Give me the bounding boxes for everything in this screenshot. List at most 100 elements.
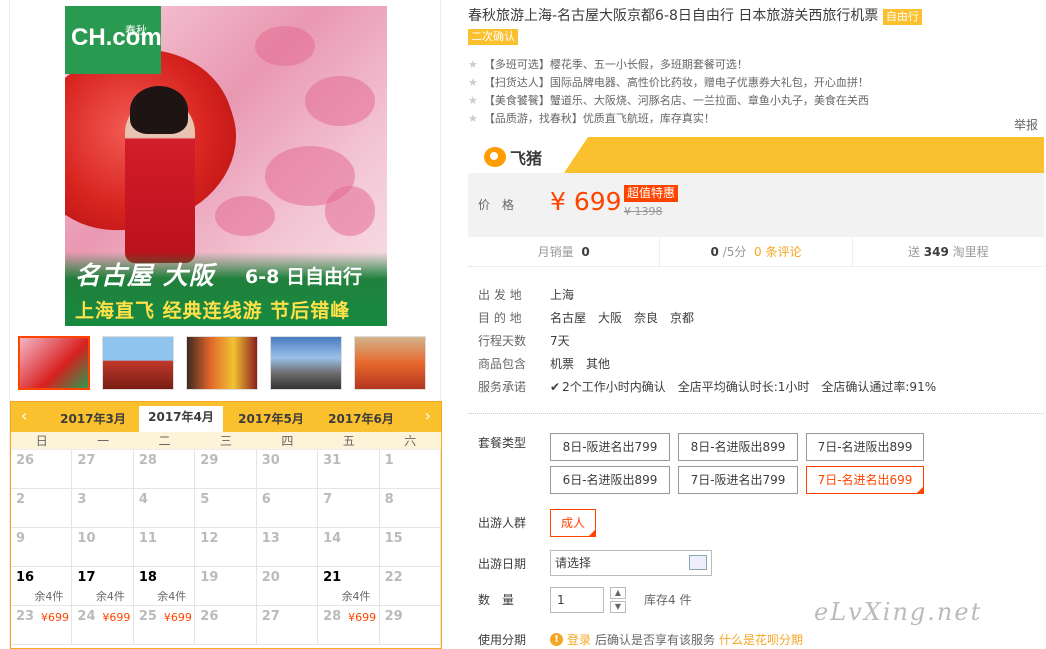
price-box: 价格 ¥ 699 超值特惠 ¥ 1398 xyxy=(468,173,1044,237)
thumbnail-4[interactable] xyxy=(270,336,342,390)
day-stock: 余4件 xyxy=(157,590,187,603)
calendar-day: 26 xyxy=(195,606,257,645)
day-stock: 余4件 xyxy=(34,590,64,603)
day-number: 5 xyxy=(200,492,210,507)
day-number: 29 xyxy=(384,609,403,624)
package-option[interactable]: 7日-名进阪出899 xyxy=(806,433,924,461)
calendar-icon[interactable] xyxy=(689,555,707,570)
calendar-day[interactable]: 18 余4件 xyxy=(133,567,196,606)
package-option[interactable]: 6日-名进阪出899 xyxy=(550,466,670,494)
day-stock: 余4件 xyxy=(95,590,125,603)
calendar-day[interactable]: 24 ¥699 xyxy=(72,606,134,645)
image-headline-days: 6-8 日自由行 xyxy=(245,266,362,288)
huabei-link[interactable]: 什么是花呗分期 xyxy=(719,631,803,648)
calendar-day[interactable]: 21 余4件 xyxy=(318,567,380,606)
travelers-label: 出游人群 xyxy=(478,516,527,530)
day-number: 26 xyxy=(16,453,35,468)
thumbnail-2[interactable] xyxy=(102,336,174,390)
fliggy-logo: 飞猪 xyxy=(484,145,542,169)
quantity-label: 数 量 xyxy=(478,593,515,607)
calendar-month-tabs: ‹ 2017年3月 2017年4月 2017年5月 2017年6月 › xyxy=(11,402,441,432)
tab-month-2[interactable]: 2017年4月 xyxy=(139,406,223,432)
thumbnail-strip xyxy=(18,336,438,392)
calendar-day: 19 xyxy=(195,567,257,606)
monthly-sales: 月销量 0 xyxy=(468,237,661,266)
day-number: 30 xyxy=(261,453,280,468)
star-icon: ★ xyxy=(468,58,478,71)
tab-month-4[interactable]: 2017年6月 xyxy=(319,408,403,432)
product-title: 春秋旅游上海-名古屋大阪京都6-8日自由行 日本旅游关西旅行机票 自由行 二次确… xyxy=(468,6,1028,46)
day-number: 3 xyxy=(77,492,87,507)
tab-month-1[interactable]: 2017年3月 xyxy=(51,408,135,432)
thumbnail-1[interactable] xyxy=(18,336,90,390)
thumbnail-3[interactable] xyxy=(186,336,258,390)
calendar-day[interactable]: 25 ¥699 xyxy=(133,606,196,645)
stock-count: 库存4 件 xyxy=(644,593,692,607)
day-number: 17 xyxy=(77,570,96,585)
login-link[interactable]: 登录 xyxy=(567,631,591,648)
traveler-option-adult[interactable]: 成人 xyxy=(550,509,596,537)
tab-month-3[interactable]: 2017年5月 xyxy=(229,408,313,432)
date-input[interactable]: 请选择 xyxy=(550,550,712,576)
day-number: 1 xyxy=(384,453,394,468)
calendar-day: 12 xyxy=(195,528,257,567)
report-link[interactable]: 举报 xyxy=(1014,116,1038,133)
day-number: 9 xyxy=(16,531,26,546)
product-info: 出 发 地上海 目 的 地 名古屋 大阪 奈良 京都 行程天数 7天 商品包含 机票 其他 … xyxy=(478,288,937,394)
points: 送 349 淘里程 xyxy=(907,245,989,259)
product-main-image[interactable]: CH.com 春秋 名古屋 大阪 6-8 日自由行 上海直飞 经典连线游 节后错… xyxy=(65,6,387,326)
calendar-day: 4 xyxy=(133,489,196,528)
feature-item: ★ 【品质游，找春秋】优质直飞航班，库存真实！ xyxy=(468,112,715,125)
day-number: 25 xyxy=(138,609,157,624)
package-option[interactable]: 8日-名进阪出899 xyxy=(678,433,798,461)
day-number: 23 xyxy=(16,609,35,624)
calendar-grid: 26 27 28 29 30 31 1 2 3 4 5 6 7 8 9 10 11 12 13 14 15 16 余4件 17… xyxy=(11,450,441,645)
calendar-day[interactable]: 16 余4件 xyxy=(11,567,73,606)
package-option[interactable]: 7日-阪进名出799 xyxy=(678,466,798,494)
calendar-day: 8 xyxy=(379,489,441,528)
day-number: 22 xyxy=(384,570,403,585)
package-option[interactable]: 8日-阪进名出799 xyxy=(550,433,670,461)
feature-item: ★ 【扫货达人】国际品牌电器、高性价比药妆，赠电子优惠券大礼包，开心血拼！ xyxy=(468,76,869,89)
reviews-link[interactable]: 0 条评论 xyxy=(754,245,801,259)
feature-item: ★ 【多班可选】樱花季、五一小长假，多班期套餐可选！ xyxy=(468,58,748,71)
calendar-day: 26 xyxy=(11,450,73,489)
quantity-input[interactable]: 1 xyxy=(550,587,604,613)
thumbnail-5[interactable] xyxy=(354,336,426,390)
calendar-day: 20 xyxy=(256,567,319,606)
day-price: ¥699 xyxy=(163,611,192,624)
ch-logo: CH.com 春秋 xyxy=(65,6,162,74)
day-number: 20 xyxy=(261,570,280,585)
quantity-down-icon[interactable]: ▼ xyxy=(610,601,626,613)
free-travel-badge: 自由行 xyxy=(882,9,922,25)
star-icon: ★ xyxy=(468,94,478,107)
day-number: 19 xyxy=(200,570,219,585)
package-option-selected[interactable]: 7日-名进名出699 xyxy=(806,466,924,494)
day-number: 16 xyxy=(16,570,35,585)
fliggy-icon xyxy=(484,147,506,167)
calendar-day: 11 xyxy=(133,528,196,567)
day-price: ¥699 xyxy=(102,611,131,624)
day-price: ¥699 xyxy=(348,611,377,624)
calendar-day[interactable]: 17 余4件 xyxy=(72,567,134,606)
calendar-day: 7 xyxy=(318,489,380,528)
quantity-up-icon[interactable]: ▲ xyxy=(610,587,626,599)
platform-banner: 飞猪 xyxy=(468,137,1044,173)
sales-stats: 月销量 0 0 /5分 0 条评论 送 349 淘里程 xyxy=(468,237,1044,267)
deal-badge: 超值特惠 xyxy=(624,185,679,202)
calendar-day: 29 xyxy=(379,606,441,645)
calendar-day: 9 xyxy=(11,528,73,567)
calendar-day: 14 xyxy=(318,528,380,567)
calendar-day[interactable]: 28 ¥699 xyxy=(318,606,380,645)
feature-item: ★ 【美食饕餮】蟹道乐、大阪烧、河豚名店、一兰拉面、章鱼小丸子，美食在关西 xyxy=(468,94,869,107)
day-number: 4 xyxy=(138,492,148,507)
day-number: 7 xyxy=(323,492,333,507)
day-number: 28 xyxy=(323,609,342,624)
calendar-day[interactable]: 23 ¥699 xyxy=(11,606,73,645)
day-stock: 余4件 xyxy=(341,590,371,603)
rating: 0 /5分 0 条评论 xyxy=(660,237,853,266)
chevron-left-icon[interactable]: ‹ xyxy=(21,406,27,425)
calendar-day: 5 xyxy=(195,489,257,528)
day-number: 14 xyxy=(323,531,342,546)
chevron-right-icon[interactable]: › xyxy=(425,406,431,425)
